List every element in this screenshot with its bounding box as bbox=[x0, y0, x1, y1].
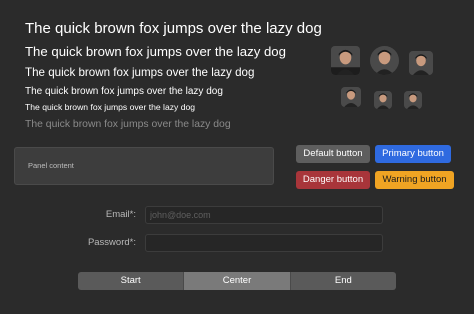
text-sample-md: The quick brown fox jumps over the lazy … bbox=[25, 66, 255, 79]
warning-button[interactable]: Warning button bbox=[375, 171, 454, 189]
demo-window: The quick brown fox jumps over the lazy … bbox=[0, 0, 474, 314]
primary-button[interactable]: Primary button bbox=[375, 145, 451, 163]
text-sample-xs: The quick brown fox jumps over the lazy … bbox=[25, 102, 196, 112]
email-field[interactable] bbox=[145, 206, 383, 224]
avatar-large-round bbox=[370, 46, 399, 75]
person-photo-icon bbox=[409, 51, 433, 75]
avatar-small-2 bbox=[374, 91, 392, 109]
person-photo-icon bbox=[374, 91, 392, 109]
person-photo-icon bbox=[404, 91, 422, 109]
text-sample-disabled: The quick brown fox jumps over the lazy … bbox=[25, 119, 231, 130]
segment-start[interactable]: Start bbox=[78, 272, 185, 290]
default-button[interactable]: Default button bbox=[296, 145, 370, 163]
person-photo-icon bbox=[331, 46, 360, 75]
segment-center[interactable]: Center bbox=[184, 272, 291, 290]
person-photo-icon bbox=[370, 46, 399, 75]
person-photo-icon bbox=[341, 87, 361, 107]
avatar-small-3 bbox=[404, 91, 422, 109]
email-label: Email*: bbox=[105, 209, 136, 220]
content-panel: Panel content bbox=[14, 147, 274, 185]
avatar-medium-square bbox=[409, 51, 433, 75]
alignment-segmented-control: Start Center End bbox=[78, 272, 396, 290]
segment-end[interactable]: End bbox=[291, 272, 396, 290]
text-sample-sm: The quick brown fox jumps over the lazy … bbox=[25, 86, 223, 97]
password-label: Password*: bbox=[87, 237, 136, 248]
danger-button[interactable]: Danger button bbox=[296, 171, 370, 189]
password-field[interactable] bbox=[145, 234, 383, 252]
text-sample-lg: The quick brown fox jumps over the lazy … bbox=[25, 44, 286, 59]
text-sample-xl: The quick brown fox jumps over the lazy … bbox=[25, 20, 322, 37]
panel-label: Panel content bbox=[28, 161, 74, 170]
avatar-large-square bbox=[331, 46, 360, 75]
avatar-small-1 bbox=[341, 87, 361, 107]
